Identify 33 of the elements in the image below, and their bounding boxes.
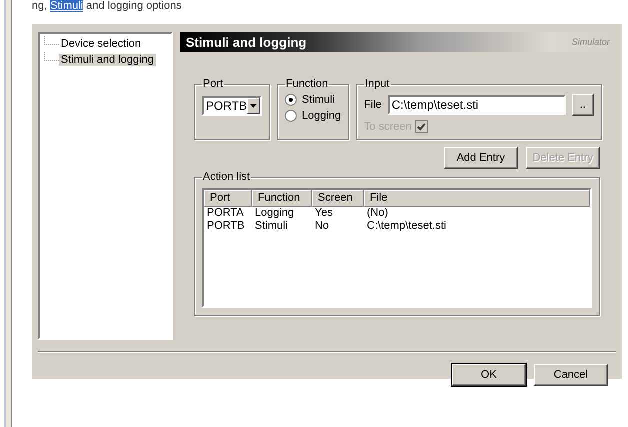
browse-button[interactable]: .. <box>572 94 594 116</box>
stimuli-link[interactable]: Stimuli <box>50 0 84 12</box>
simulator-label: Simulator <box>572 37 610 47</box>
column-header[interactable]: Screen <box>312 190 364 207</box>
entry-button[interactable]: Add Entry <box>444 147 518 169</box>
table-cell-text: No <box>314 220 330 233</box>
column-header[interactable]: Function <box>252 190 312 207</box>
group-label: Action list <box>202 171 252 183</box>
table-cell-text: PORTB <box>206 220 246 233</box>
port-dropdown[interactable]: PORTB <box>202 96 262 116</box>
file-input[interactable]: C:\temp\teset.sti <box>388 95 566 115</box>
group-label: Port <box>202 78 224 90</box>
tree-item[interactable]: Stimuli and logging <box>59 54 156 66</box>
table-cell-text: (No) <box>366 207 390 220</box>
caption-text: ng, Stimuli and logging options <box>32 0 183 13</box>
column-header[interactable]: Port <box>204 190 252 207</box>
checkmark-icon <box>416 122 426 130</box>
dialog-button[interactable]: OK <box>452 364 526 386</box>
column-header[interactable]: File <box>364 190 590 207</box>
radio-option[interactable]: Stimuli <box>285 92 342 108</box>
table-cell-text: Logging <box>254 207 296 220</box>
table-cell-text: PORTA <box>206 207 245 220</box>
group-label: Input <box>364 78 391 90</box>
section-title: Stimuli and logging <box>186 34 307 50</box>
group-label: Function <box>285 78 330 90</box>
file-label: File <box>364 99 382 111</box>
table-cell-text: C:\temp\teset.sti <box>366 220 448 233</box>
tree-item[interactable]: Device selection <box>59 38 144 50</box>
radio-option[interactable]: Logging <box>285 108 342 124</box>
dropdown-arrow-icon <box>250 104 258 108</box>
dialog-button[interactable]: Cancel <box>534 364 608 386</box>
table-cell-text: Yes <box>314 207 334 220</box>
table-cell-text: Stimuli <box>254 220 290 233</box>
